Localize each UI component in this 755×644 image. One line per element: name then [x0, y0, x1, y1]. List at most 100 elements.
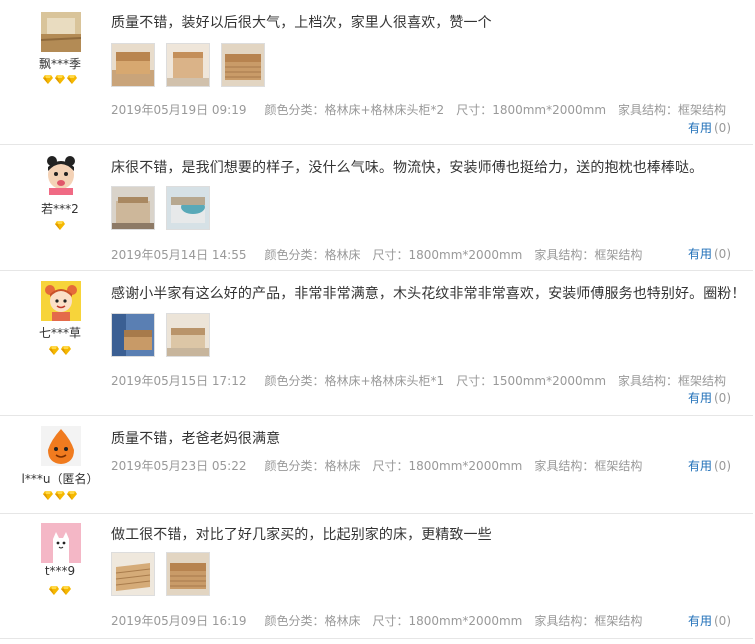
furniture-structure: 家具结构：框架结构 — [618, 374, 727, 388]
size-spec: 尺寸：1800mm*2000mm — [372, 614, 523, 628]
review-body: 床很不错，是我们想要的样子，没什么气味。物流快，安装师傅也挺给力，送的抱枕也棒棒… — [111, 145, 747, 270]
useful-label[interactable]: 有用 — [688, 391, 712, 405]
gem-icon — [67, 75, 77, 84]
useful-button[interactable]: 有用 (0) — [688, 612, 731, 629]
review-image[interactable] — [111, 43, 155, 87]
review-body: 质量不错，装好以后很大气，上档次，家里人很喜欢，赞一个 2019年05月19日 … — [111, 0, 747, 144]
review-images — [111, 313, 221, 357]
review-meta: 2019年05月23日 05:22 颜色分类：格林床 尺寸：1800mm*2000m… — [111, 457, 654, 474]
gem-icon — [55, 75, 65, 84]
username[interactable]: 若***2 — [0, 200, 120, 217]
bed-photo-icon — [167, 44, 209, 86]
review-item: 七***草 感谢小半家有这么好的产品，非常非常满意，木头花纹非常非常喜欢，安装师… — [0, 271, 753, 416]
avatar[interactable] — [41, 523, 81, 563]
bed-photo-icon — [112, 44, 154, 86]
size-spec: 尺寸：1800mm*2000mm — [372, 248, 523, 262]
furniture-structure: 家具结构：框架结构 — [534, 459, 643, 473]
username[interactable]: 七***草 — [0, 324, 120, 341]
review-images — [111, 186, 221, 230]
review-text: 床很不错，是我们想要的样子，没什么气味。物流快，安装师傅也挺给力，送的抱枕也棒棒… — [111, 160, 704, 176]
useful-count: (0) — [714, 247, 731, 261]
review-meta: 2019年05月15日 17:12 颜色分类：格林床+格林床头柜*1 尺寸：1500… — [111, 372, 738, 389]
avatar-photo — [41, 12, 81, 52]
size-spec: 尺寸：1800mm*2000mm — [372, 459, 523, 473]
avatar-cartoon-fire — [41, 426, 81, 466]
bed-photo-icon — [222, 44, 264, 86]
color-category: 颜色分类：格林床+格林床头柜*2 — [264, 103, 445, 117]
useful-label[interactable]: 有用 — [688, 459, 712, 473]
review-text: 质量不错，老爸老妈很满意 — [111, 431, 281, 447]
review-body: 质量不错，老爸老妈很满意 2019年05月23日 05:22 颜色分类：格林床 尺寸… — [111, 416, 747, 513]
useful-button[interactable]: 有用 (0) — [688, 457, 731, 474]
username[interactable]: l***u（匿名） — [0, 470, 120, 487]
review-date: 2019年05月19日 09:19 — [111, 103, 247, 117]
review-date: 2019年05月23日 05:22 — [111, 459, 247, 473]
review-body: 做工很不错，对比了好几家买的，比起别家的床，更精致一些 2019年05月09日 … — [111, 514, 747, 638]
review-text: 质量不错，装好以后很大气，上档次，家里人很喜欢，赞一个 — [111, 15, 492, 31]
avatar-cartoon-kid — [41, 281, 81, 321]
review-item: 飘***季 质量不错，装好以后很大气，上档次，家里人很喜欢，赞一个 2019年0… — [0, 0, 753, 145]
avatar[interactable] — [41, 426, 81, 466]
review-image[interactable] — [166, 313, 210, 357]
useful-button[interactable]: 有用 (0) — [688, 245, 731, 262]
furniture-structure: 家具结构：框架结构 — [534, 248, 643, 262]
color-category: 颜色分类：格林床 — [264, 248, 361, 262]
review-meta: 2019年05月19日 09:19 颜色分类：格林床+格林床头柜*2 尺寸：1800… — [111, 101, 738, 118]
review-image[interactable] — [111, 186, 155, 230]
bed-photo-icon — [167, 187, 209, 229]
gem-icon — [49, 346, 59, 355]
username[interactable]: t***9 — [0, 564, 120, 578]
gem-icon — [67, 491, 77, 500]
furniture-structure: 家具结构：框架结构 — [618, 103, 727, 117]
size-spec: 尺寸：1500mm*2000mm — [456, 374, 607, 388]
useful-label[interactable]: 有用 — [688, 247, 712, 261]
gem-icon — [55, 491, 65, 500]
review-image[interactable] — [111, 552, 155, 596]
review-images — [111, 552, 221, 596]
bed-photo-icon — [167, 553, 209, 595]
avatar-cartoon-girl — [41, 155, 81, 195]
bed-photo-icon — [112, 314, 154, 356]
bed-photo-icon — [167, 314, 209, 356]
user-level-gems — [0, 75, 120, 85]
color-category: 颜色分类：格林床+格林床头柜*1 — [264, 374, 445, 388]
size-spec: 尺寸：1800mm*2000mm — [456, 103, 607, 117]
bed-photo-icon — [112, 187, 154, 229]
review-image[interactable] — [221, 43, 265, 87]
color-category: 颜色分类：格林床 — [264, 614, 361, 628]
useful-count: (0) — [714, 121, 731, 135]
user-level-gems — [0, 346, 120, 356]
review-date: 2019年05月15日 17:12 — [111, 374, 247, 388]
review-item: 若***2 床很不错，是我们想要的样子，没什么气味。物流快，安装师傅也挺给力，送… — [0, 145, 753, 271]
useful-count: (0) — [714, 614, 731, 628]
username[interactable]: 飘***季 — [0, 55, 120, 72]
avatar[interactable] — [41, 155, 81, 195]
user-level-gems — [0, 491, 120, 501]
gem-icon — [49, 586, 59, 595]
review-date: 2019年05月14日 14:55 — [111, 248, 247, 262]
review-image[interactable] — [166, 186, 210, 230]
avatar[interactable] — [41, 12, 81, 52]
color-category: 颜色分类：格林床 — [264, 459, 361, 473]
review-item: t***9 做工很不错，对比了好几家买的，比起别家的床，更精致一些 2019年0… — [0, 514, 753, 639]
gem-icon — [55, 221, 65, 230]
review-image[interactable] — [166, 552, 210, 596]
useful-button[interactable]: 有用 (0) — [688, 119, 731, 136]
furniture-structure: 家具结构：框架结构 — [534, 614, 643, 628]
user-level-gems — [0, 586, 120, 596]
review-date: 2019年05月09日 16:19 — [111, 614, 247, 628]
avatar-cartoon-cat — [41, 523, 81, 563]
useful-button[interactable]: 有用 (0) — [688, 389, 731, 406]
review-image[interactable] — [111, 313, 155, 357]
gem-icon — [61, 586, 71, 595]
review-image[interactable] — [166, 43, 210, 87]
review-list: 飘***季 质量不错，装好以后很大气，上档次，家里人很喜欢，赞一个 2019年0… — [0, 0, 755, 644]
useful-label[interactable]: 有用 — [688, 121, 712, 135]
review-meta: 2019年05月14日 14:55 颜色分类：格林床 尺寸：1800mm*2000m… — [111, 246, 654, 263]
review-text: 做工很不错，对比了好几家买的，比起别家的床，更精致一些 — [111, 527, 492, 543]
review-text: 感谢小半家有这么好的产品，非常非常满意，木头花纹非常非常喜欢，安装师傅服务也特别… — [111, 286, 746, 302]
useful-label[interactable]: 有用 — [688, 614, 712, 628]
review-meta: 2019年05月09日 16:19 颜色分类：格林床 尺寸：1800mm*2000m… — [111, 612, 654, 629]
bed-photo-icon — [112, 553, 154, 595]
avatar[interactable] — [41, 281, 81, 321]
